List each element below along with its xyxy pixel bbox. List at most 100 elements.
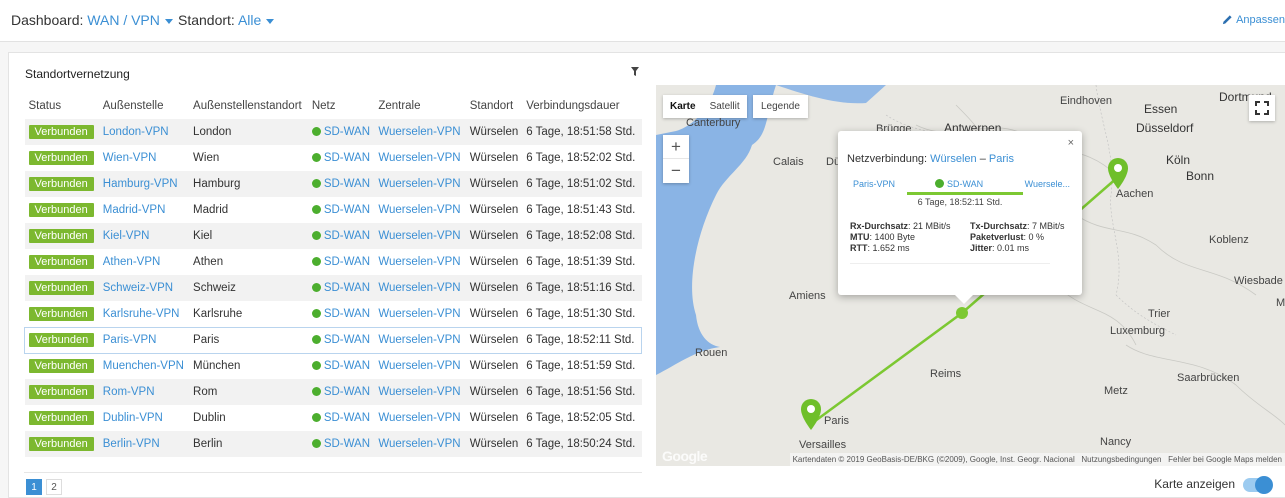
branch-cell: Paris-VPN <box>98 326 190 354</box>
branch-link[interactable]: London-VPN <box>103 126 169 138</box>
net-link[interactable]: SD-WAN <box>324 412 370 424</box>
branch-link[interactable]: Kiel-VPN <box>103 230 150 242</box>
net-link[interactable]: SD-WAN <box>324 178 370 190</box>
table-row[interactable]: Verbunden Muenchen-VPN München SD-WAN Wuerse… <box>25 353 642 379</box>
table-row[interactable]: Verbunden Dublin-VPN Dublin SD-WAN Wuerselen… <box>25 405 642 431</box>
hub-link[interactable]: Wuerselen-VPN <box>378 308 460 320</box>
hub-link[interactable]: Wuerselen-VPN <box>378 412 460 424</box>
branch-link[interactable]: Hamburg-VPN <box>103 178 178 190</box>
branch-link[interactable]: Schweiz-VPN <box>103 282 173 294</box>
popup-to-link[interactable]: Paris <box>989 153 1014 165</box>
report-error-link[interactable]: Fehler bei Google Maps melden <box>1168 455 1282 464</box>
duration-cell: 6 Tage, 18:51:16 Std. <box>522 275 642 301</box>
hub-cell: Wuerselen-VPN <box>374 405 465 431</box>
branch-link[interactable]: Muenchen-VPN <box>103 360 184 372</box>
dashboard-value[interactable]: WAN / VPN <box>87 12 160 28</box>
fullscreen-button[interactable] <box>1249 95 1275 121</box>
hub-link[interactable]: Wuerselen-VPN <box>378 178 460 190</box>
table-row[interactable]: Verbunden London-VPN London SD-WAN Wuerselen… <box>24 119 642 145</box>
table-row[interactable]: Verbunden Rom-VPN Rom SD-WAN Wuerselen-VPN Wü… <box>24 379 642 405</box>
net-link[interactable]: SD-WAN <box>324 282 370 294</box>
net-link[interactable]: SD-WAN <box>324 152 370 164</box>
net-link[interactable]: SD-WAN <box>324 334 370 346</box>
map-city-label: Bonn <box>1186 169 1215 183</box>
branch-link[interactable]: Dublin-VPN <box>103 412 163 424</box>
customize-label: Anpassen <box>1236 14 1285 26</box>
column-header[interactable]: Verbindungsdauer <box>522 93 641 119</box>
status-badge: Verbunden <box>28 203 94 217</box>
map-city-label: Paris <box>824 415 850 427</box>
hub-link[interactable]: Wuerselen-VPN <box>378 334 460 346</box>
net-cell: SD-WAN <box>307 223 375 249</box>
duration-cell: 6 Tage, 18:52:11 Std. <box>522 326 643 354</box>
branch-link[interactable]: Wien-VPN <box>103 152 157 164</box>
hub-cell: Wuerselen-VPN <box>374 431 466 457</box>
net-link[interactable]: SD-WAN <box>324 230 370 242</box>
close-icon[interactable]: × <box>1068 137 1074 149</box>
popup-branch-link[interactable]: Paris-VPN <box>853 179 895 189</box>
map-toggle[interactable]: Karte anzeigen <box>1154 475 1273 494</box>
page-button[interactable]: 2 <box>46 479 62 495</box>
map-city-label: Nancy <box>1100 436 1132 448</box>
branch-location-cell: Karlsruhe <box>193 307 243 320</box>
map-view[interactable]: Dortmund Eindhoven Essen Canterbury Brüg… <box>656 85 1285 466</box>
hub-link[interactable]: Wuerselen-VPN <box>378 386 460 398</box>
location-selector[interactable]: Standort: Alle <box>178 12 275 28</box>
popup-rtt: RTT: 1.652 ms <box>850 243 970 253</box>
net-link[interactable]: SD-WAN <box>324 256 370 268</box>
map-legend-button[interactable]: Legende <box>753 95 808 118</box>
hub-link[interactable]: Wuerselen-VPN <box>378 152 460 164</box>
table-row[interactable]: Verbunden Madrid-VPN Madrid SD-WAN Wuerselen… <box>25 197 642 223</box>
map-type-karte[interactable]: Karte <box>663 95 703 118</box>
net-link[interactable]: SD-WAN <box>324 386 370 398</box>
status-cell: Verbunden <box>24 431 99 457</box>
popup-hub-link[interactable]: Wuersele... <box>1025 179 1070 189</box>
column-header[interactable]: Netz <box>308 93 375 119</box>
location-value[interactable]: Alle <box>238 12 261 28</box>
column-header[interactable]: Standort <box>466 93 523 119</box>
column-header[interactable]: Außenstellenstandort <box>189 93 308 119</box>
net-link[interactable]: SD-WAN <box>324 126 370 138</box>
zoom-in-button[interactable]: + <box>663 135 689 159</box>
net-cell: SD-WAN <box>307 171 375 197</box>
branch-link[interactable]: Rom-VPN <box>103 386 155 398</box>
hub-link[interactable]: Wuerselen-VPN <box>378 204 460 216</box>
branch-link[interactable]: Berlin-VPN <box>103 438 160 450</box>
column-header[interactable]: Zentrale <box>374 93 465 119</box>
net-cell: SD-WAN <box>307 379 375 405</box>
zoom-out-button[interactable]: − <box>663 159 689 183</box>
table-row[interactable]: Verbunden Paris-VPN Paris SD-WAN Wuerselen-V… <box>23 326 643 354</box>
table-row[interactable]: Verbunden Athen-VPN Athen SD-WAN Wuerselen-V… <box>25 249 642 275</box>
popup-from-link[interactable]: Würselen <box>930 153 976 165</box>
branch-link[interactable]: Madrid-VPN <box>103 204 166 216</box>
hub-link[interactable]: Wuerselen-VPN <box>378 360 460 372</box>
hub-link[interactable]: Wuerselen-VPN <box>378 126 460 138</box>
column-header[interactable]: Außenstelle <box>99 93 189 119</box>
hub-link[interactable]: Wuerselen-VPN <box>378 256 460 268</box>
map-type-satellit[interactable]: Satellit <box>703 95 747 118</box>
location-cell: Würselen <box>469 152 519 164</box>
branch-link[interactable]: Athen-VPN <box>103 256 161 268</box>
table-row[interactable]: Verbunden Hamburg-VPN Hamburg SD-WAN Wuersel… <box>24 171 642 197</box>
hub-link[interactable]: Wuerselen-VPN <box>378 282 460 294</box>
page-button[interactable]: 1 <box>26 479 42 495</box>
table-row[interactable]: Verbunden Wien-VPN Wien SD-WAN Wuerselen-VPN… <box>25 145 642 171</box>
table-row[interactable]: Verbunden Schweiz-VPN Schweiz SD-WAN Wuersel… <box>24 275 642 301</box>
customize-button[interactable]: Anpassen <box>1222 14 1285 26</box>
dashboard-selector[interactable]: Dashboard: WAN / VPN <box>11 12 173 28</box>
filter-icon[interactable] <box>631 67 639 76</box>
column-header[interactable]: Status <box>25 93 99 119</box>
hub-link[interactable]: Wuerselen-VPN <box>378 230 460 242</box>
terms-link[interactable]: Nutzungsbedingungen <box>1081 455 1161 464</box>
table-row[interactable]: Verbunden Karlsruhe-VPN Karlsruhe SD-WAN Wue… <box>25 301 642 327</box>
net-link[interactable]: SD-WAN <box>324 438 370 450</box>
table-row[interactable]: Verbunden Berlin-VPN Berlin SD-WAN Wuerselen… <box>24 431 642 457</box>
table-row[interactable]: Verbunden Kiel-VPN Kiel SD-WAN Wuerselen-VPN… <box>24 223 642 249</box>
branch-link[interactable]: Paris-VPN <box>103 334 157 346</box>
map-toggle-switch[interactable] <box>1243 475 1273 494</box>
net-link[interactable]: SD-WAN <box>324 360 370 372</box>
net-link[interactable]: SD-WAN <box>324 308 370 320</box>
net-link[interactable]: SD-WAN <box>324 204 370 216</box>
hub-link[interactable]: Wuerselen-VPN <box>378 438 460 450</box>
branch-link[interactable]: Karlsruhe-VPN <box>103 308 180 320</box>
